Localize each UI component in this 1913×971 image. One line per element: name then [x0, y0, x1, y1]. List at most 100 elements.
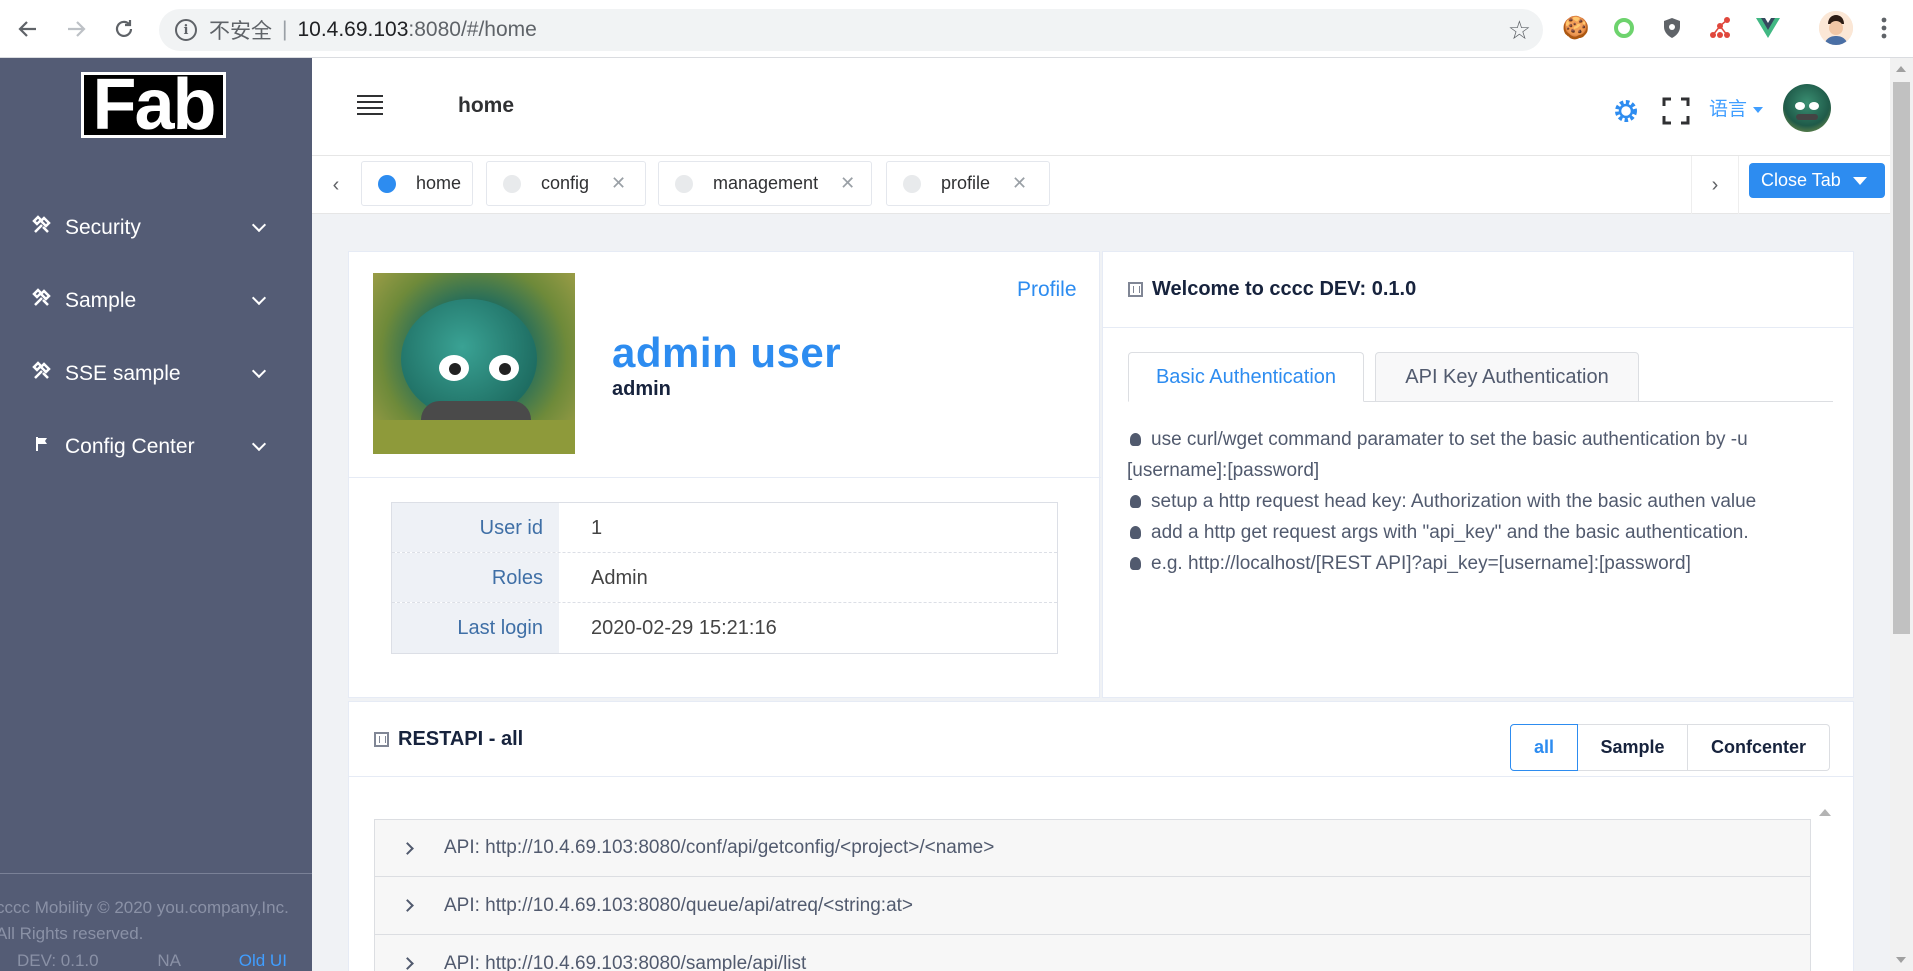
user-info-table: User id 1 Roles Admin Last login 2020-02…: [391, 502, 1058, 654]
filter-sample-button[interactable]: Sample: [1578, 724, 1688, 771]
api-list: API: http://10.4.69.103:8080/conf/api/ge…: [374, 819, 1811, 971]
lightbulb-icon: [1130, 433, 1141, 446]
na-text: NA: [157, 951, 181, 970]
tab-profile[interactable]: profile ✕: [886, 161, 1050, 206]
sidebar-item-config-center[interactable]: Config Center: [0, 410, 312, 483]
card-header: Welcome to cccc DEV: 0.1.0: [1103, 252, 1853, 328]
network-extension-icon[interactable]: [1706, 14, 1734, 42]
api-url: API: http://10.4.69.103:8080/conf/api/ge…: [444, 837, 995, 858]
scroll-down-icon[interactable]: [1896, 957, 1906, 963]
browser-menu-icon[interactable]: [1870, 14, 1898, 42]
flag-icon: [31, 436, 53, 457]
auth-tabs: Basic Authentication API Key Authenticat…: [1128, 352, 1833, 402]
profile-link[interactable]: Profile: [1017, 278, 1077, 302]
fullscreen-icon[interactable]: [1662, 97, 1690, 125]
tip-text-continued: [username]:[password]: [1127, 460, 1320, 481]
caret-down-icon: [1852, 176, 1867, 185]
top-header: home 语言: [312, 58, 1890, 156]
old-ui-link[interactable]: Old UI: [239, 951, 287, 970]
auth-tips: use curl/wget command paramater to set t…: [1127, 424, 1837, 579]
chevron-right-icon: [401, 841, 414, 855]
sidebar-item-label: SSE sample: [65, 361, 181, 385]
lightbulb-icon: [1130, 495, 1141, 508]
forward-arrow-icon: [68, 21, 86, 37]
tip-text: setup a http request head key: Authoriza…: [1151, 491, 1757, 512]
tab-basic-authentication[interactable]: Basic Authentication: [1128, 352, 1364, 402]
list-item[interactable]: API: http://10.4.69.103:8080/queue/api/a…: [374, 877, 1811, 935]
chevron-down-icon: [251, 363, 267, 379]
copyright-text: cccc Mobility © 2020 you.company,Inc.: [0, 898, 289, 917]
filter-all-button[interactable]: all: [1510, 724, 1578, 771]
language-dropdown[interactable]: 语言: [1709, 94, 1764, 121]
tab-api-key-authentication[interactable]: API Key Authentication: [1375, 352, 1639, 402]
profile-avatar-icon[interactable]: [1819, 11, 1853, 45]
sidebar-item-sse-sample[interactable]: SSE sample: [0, 337, 312, 410]
sidebar-footer: cccc Mobility © 2020 you.company,Inc. Al…: [0, 873, 312, 970]
page-scrollbar[interactable]: [1890, 58, 1913, 971]
menu-toggle-icon[interactable]: [357, 95, 383, 115]
tab-status-dot: [675, 174, 693, 193]
row-label: Roles: [392, 553, 559, 602]
tab-config[interactable]: config ✕: [486, 161, 646, 206]
table-row: Roles Admin: [392, 553, 1057, 603]
scrollbar-thumb[interactable]: [1893, 82, 1910, 634]
tabs-bar: ‹ home config ✕ management ✕ profile ✕ ›…: [312, 156, 1890, 214]
tab-management[interactable]: management ✕: [658, 161, 872, 206]
close-icon[interactable]: ✕: [1012, 173, 1027, 194]
version-text: DEV: 0.1.0: [17, 951, 99, 970]
row-value: Admin: [591, 567, 648, 589]
cookie-extension-icon[interactable]: 🍪: [1562, 14, 1590, 42]
row-label: Last login: [392, 603, 559, 653]
list-item[interactable]: API: http://10.4.69.103:8080/sample/api/…: [374, 935, 1811, 971]
tab-label: profile: [941, 173, 991, 193]
tools-icon: [31, 215, 53, 240]
api-list-scrollbar[interactable]: [1816, 805, 1834, 971]
tab-label: config: [541, 173, 590, 193]
table-row: User id 1: [392, 503, 1057, 553]
row-value: 1: [591, 517, 603, 539]
vue-devtools-icon[interactable]: [1754, 14, 1782, 42]
close-tab-button[interactable]: Close Tab: [1749, 163, 1885, 198]
lightbulb-icon: [1130, 526, 1141, 539]
tip-text: add a http get request args with "api_ke…: [1151, 522, 1749, 543]
list-item[interactable]: API: http://10.4.69.103:8080/conf/api/ge…: [374, 819, 1811, 877]
chevron-down-icon: [251, 436, 267, 452]
bookmark-star-icon[interactable]: ☆: [1508, 15, 1531, 46]
caret-down-icon: [1753, 106, 1764, 113]
reload-button[interactable]: [108, 13, 140, 45]
site-info-icon[interactable]: i: [175, 19, 197, 41]
user-avatar[interactable]: [1783, 84, 1831, 132]
address-bar[interactable]: i 不安全 | 10.4.69.103:8080/#/home ☆: [159, 9, 1543, 51]
browser-toolbar: i 不安全 | 10.4.69.103:8080/#/home ☆ 🍪: [0, 0, 1913, 58]
welcome-title: Welcome to cccc DEV: 0.1.0: [1152, 278, 1417, 300]
close-tab-label: Close Tab: [1761, 170, 1841, 190]
close-icon[interactable]: ✕: [611, 173, 626, 194]
chevron-right-icon: [401, 899, 414, 912]
shield-extension-icon[interactable]: [1658, 14, 1686, 42]
tabs-scroll-right-icon[interactable]: ›: [1691, 156, 1739, 214]
sidebar-item-sample[interactable]: Sample: [0, 264, 312, 337]
url-host: 10.4.69.103: [297, 18, 409, 41]
list-item: e.g. http://localhost/[REST API]?api_key…: [1127, 548, 1837, 579]
filter-confcenter-button[interactable]: Confcenter: [1688, 724, 1830, 771]
list-item: use curl/wget command paramater to set t…: [1127, 424, 1837, 486]
tab-status-dot: [903, 174, 921, 193]
tabs-scroll-left-icon[interactable]: ‹: [312, 156, 360, 214]
tab-home[interactable]: home: [361, 161, 473, 206]
profile-picture: [373, 273, 575, 454]
sidebar-item-security[interactable]: Security: [0, 191, 312, 264]
film-icon: [1128, 282, 1143, 297]
table-row: Last login 2020-02-29 15:21:16: [392, 603, 1057, 653]
back-button[interactable]: [12, 13, 44, 45]
fab-logo[interactable]: Fab: [81, 69, 226, 141]
close-icon[interactable]: ✕: [840, 173, 855, 194]
profile-card: Profile admin user admin User id 1 Roles…: [348, 251, 1101, 698]
settings-gear-icon[interactable]: [1612, 97, 1640, 125]
chevron-right-icon: [401, 957, 414, 970]
tools-icon: [31, 288, 53, 313]
scroll-up-icon[interactable]: [1896, 66, 1906, 72]
forward-button[interactable]: [60, 13, 92, 45]
green-ring-extension-icon[interactable]: [1610, 14, 1638, 42]
restapi-card: RESTAPI - all all Sample Confcenter API:…: [348, 701, 1854, 971]
welcome-card: Welcome to cccc DEV: 0.1.0 Basic Authent…: [1102, 251, 1854, 698]
